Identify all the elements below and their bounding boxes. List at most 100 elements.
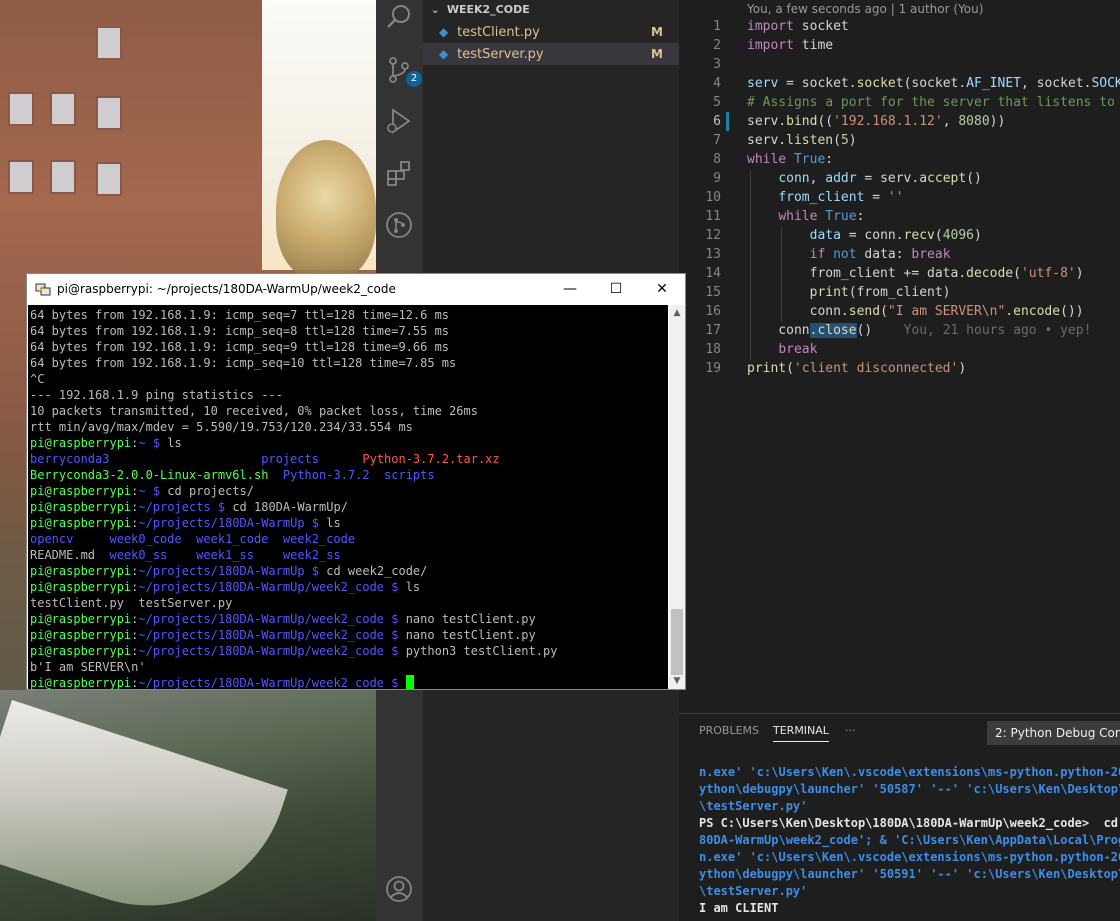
putty-line: pi@raspberrypi:~ $ ls [30,436,182,450]
code-line: 5 # Assigns a port for the server that li… [713,95,1120,110]
putty-line: b'I am SERVER\n' [30,660,146,674]
putty-line: pi@raspberrypi:~/projects/180DA-WarmUp/w… [30,612,536,626]
putty-title: pi@raspberrypi: ~/projects/180DA-WarmUp/… [57,282,396,296]
terminal-line: \testServer.py' [699,884,808,898]
putty-line: pi@raspberrypi:~ $ cd projects/ [30,484,254,498]
putty-line: README.md week0_ss week1_ss week2_ss [30,548,341,562]
tab-problems[interactable]: PROBLEMS [699,724,759,737]
code-line: 6 serv.bind(('192.168.1.12', 8080)) [713,112,1006,131]
code-line: 2 import time [713,38,834,53]
putty-line: pi@raspberrypi:~/projects/180DA-WarmUp $… [30,564,428,578]
putty-line: 64 bytes from 192.168.1.9: icmp_seq=10 t… [30,356,457,370]
git-graph-icon[interactable] [384,210,414,240]
search-icon[interactable] [384,2,414,32]
scroll-up-icon[interactable]: ▲ [669,305,685,321]
extensions-icon[interactable] [384,158,414,188]
more-actions-icon[interactable]: ··· [845,724,856,737]
chevron-down-icon: ⌄ [431,5,440,16]
building-window [8,160,34,194]
terminal-line: n.exe' 'c:\Users\Ken\.vscode\extensions\… [699,765,1120,779]
folder-header[interactable]: ⌄ WEEK2_CODE [423,0,679,20]
code-line: 15 print(from_client) [705,285,951,300]
putty-line: pi@raspberrypi:~/projects/180DA-WarmUp/w… [30,644,558,658]
tab-terminal[interactable]: TERMINAL [773,724,829,742]
building-window [8,92,34,126]
modified-badge: M [651,47,663,61]
putty-line: ^C [30,372,45,386]
file-item-testclient[interactable]: ◆ testClient.py M [423,21,679,43]
source-control-badge: 2 [406,71,422,87]
run-debug-icon[interactable] [384,106,414,136]
putty-titlebar[interactable]: pi@raspberrypi: ~/projects/180DA-WarmUp/… [27,274,685,304]
file-item-testserver[interactable]: ◆ testServer.py M [423,43,679,65]
terminal-line: n.exe' 'c:\Users\Ken\.vscode\extensions\… [699,850,1120,864]
building-window [50,92,76,126]
putty-line: 64 bytes from 192.168.1.9: icmp_seq=8 tt… [30,324,450,338]
terminal-line: 80DA-WarmUp\week2_code'; & 'C:\Users\Ken… [699,833,1120,847]
code-line: 19 print('client disconnected') [705,361,967,376]
putty-line: pi@raspberrypi:~/projects/180DA-WarmUp $… [30,516,341,530]
scroll-down-icon[interactable]: ▼ [669,673,685,689]
putty-terminal[interactable]: 64 bytes from 192.168.1.9: icmp_seq=7 tt… [28,305,668,689]
putty-line: pi@raspberrypi:~/projects/180DA-WarmUp/w… [30,628,536,642]
gutter-modified-marker [726,112,729,131]
terminal-line: I am CLIENT [699,901,779,915]
terminal-line: ython\debugpy\launcher' '50591' '--' 'c:… [699,867,1120,881]
maximize-button[interactable]: ☐ [593,274,639,304]
putty-line: pi@raspberrypi:~/projects/180DA-WarmUp/w… [30,580,421,594]
folder-name: WEEK2_CODE [446,3,530,16]
account-icon[interactable] [384,874,414,904]
code-line: 14 from_client += data.decode('utf-8') [705,266,1084,281]
python-file-icon: ◆ [439,25,449,39]
code-line: 10 from_client = '' [705,190,904,205]
code-line: 3 [713,57,721,72]
codelens-blame[interactable]: You, a few seconds ago | 1 author (You) [747,2,983,16]
code-line: 18 break [705,342,818,357]
code-line: 16 conn.send("I am SERVER\n".encode()) [705,304,1084,319]
building-window [96,96,122,130]
terminal-select[interactable]: 2: Python Debug Con [987,721,1120,745]
terminal-line: PS C:\Users\Ken\Desktop\180DA\180DA-Warm… [699,816,1120,830]
putty-line: pi@raspberrypi:~/projects/180DA-WarmUp/w… [30,675,414,689]
code-line: 1 import socket [713,19,849,34]
terminal-cursor [405,675,414,689]
wallpaper-tree [276,140,376,280]
code-line: 12 data = conn.recv(4096) [705,228,982,243]
scrollbar-thumb[interactable] [671,609,683,675]
terminal-line: ython\debugpy\launcher' '50587' '--' 'c:… [699,782,1120,796]
building-window [50,160,76,194]
putty-line: --- 192.168.1.9 ping statistics --- [30,388,283,402]
file-name: testClient.py [457,25,540,40]
building-window [96,26,122,60]
code-line: 8 while True: [713,152,834,167]
putty-app-icon [35,283,51,296]
code-line: 9 conn, addr = serv.accept() [713,171,982,186]
code-line: 7 serv.listen(5) [713,133,857,148]
bottom-panel: PROBLEMS TERMINAL ··· 2: Python Debug Co… [679,713,1120,921]
putty-line: rtt min/avg/max/mdev = 5.590/19.753/120.… [30,420,413,434]
close-button[interactable]: ✕ [639,274,685,304]
inline-blame: You, 21 hours ago • yep! [903,323,1092,338]
putty-window: pi@raspberrypi: ~/projects/180DA-WarmUp/… [26,273,686,690]
putty-line: 64 bytes from 192.168.1.9: icmp_seq=9 tt… [30,340,450,354]
file-name: testServer.py [457,47,544,62]
putty-line: pi@raspberrypi:~/projects $ cd 180DA-War… [30,500,348,514]
putty-line: 10 packets transmitted, 10 received, 0% … [30,404,478,418]
code-editor[interactable]: You, a few seconds ago | 1 author (You) … [679,0,1120,713]
putty-line: berryconda3 projects Python-3.7.2.tar.xz [30,452,500,466]
putty-scrollbar[interactable]: ▲ ▼ [669,305,685,689]
building-window [96,162,122,196]
putty-line: opencv week0_code week1_code week2_code [30,532,356,546]
source-control-icon[interactable]: 2 [384,55,422,87]
code-line: 11 while True: [705,209,865,224]
putty-line: testClient.py testServer.py [30,596,233,610]
minimize-button[interactable]: — [547,274,593,304]
terminal-line: \testServer.py' [699,799,808,813]
code-line: 4 serv = socket.socket(socket.AF_INET, so… [713,76,1120,91]
python-file-icon: ◆ [439,47,449,61]
putty-line: 64 bytes from 192.168.1.9: icmp_seq=7 tt… [30,308,450,322]
modified-badge: M [651,25,663,39]
code-line: 13 if not data: break [705,247,951,262]
putty-line: Berryconda3-2.0.0-Linux-armv6l.sh Python… [30,468,435,482]
code-line: 17 conn.close() You, 21 hours ago • yep! [705,323,1092,338]
